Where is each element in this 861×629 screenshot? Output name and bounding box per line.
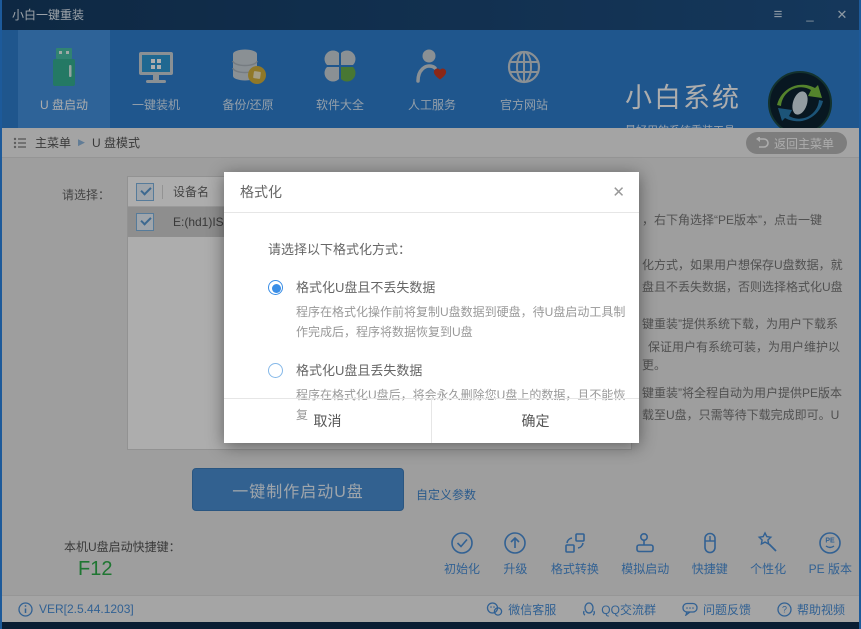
dialog-footer: 取消 确定 bbox=[224, 398, 639, 443]
format-option-keep-data[interactable]: 格式化U盘且不丢失数据 程序在格式化操作前将复制U盘数据到硬盘，待U盘启动工具制… bbox=[268, 279, 639, 342]
dialog-title: 格式化 bbox=[240, 172, 282, 213]
option-description: 程序在格式化操作前将复制U盘数据到硬盘，待U盘启动工具制作完成后，程序将数据恢复… bbox=[296, 302, 630, 342]
dialog-prompt: 请选择以下格式化方式： bbox=[268, 239, 639, 258]
app-window: 小白一键重装 ≡ _ ✕ U 盘启动 bbox=[0, 0, 861, 629]
cancel-button[interactable]: 取消 bbox=[224, 399, 431, 443]
dialog-header: 格式化 ✕ bbox=[224, 172, 639, 213]
dialog-body: 请选择以下格式化方式： 格式化U盘且不丢失数据 程序在格式化操作前将复制U盘数据… bbox=[224, 213, 639, 425]
radio-selected-icon[interactable] bbox=[268, 280, 283, 295]
ok-button[interactable]: 确定 bbox=[431, 399, 639, 443]
format-dialog: 格式化 ✕ 请选择以下格式化方式： 格式化U盘且不丢失数据 程序在格式化操作前将… bbox=[224, 172, 639, 443]
option-label: 格式化U盘且不丢失数据 bbox=[296, 279, 630, 296]
dialog-close-icon[interactable]: ✕ bbox=[612, 172, 625, 213]
option-label: 格式化U盘且丢失数据 bbox=[296, 362, 630, 379]
radio-unselected-icon[interactable] bbox=[268, 363, 283, 378]
